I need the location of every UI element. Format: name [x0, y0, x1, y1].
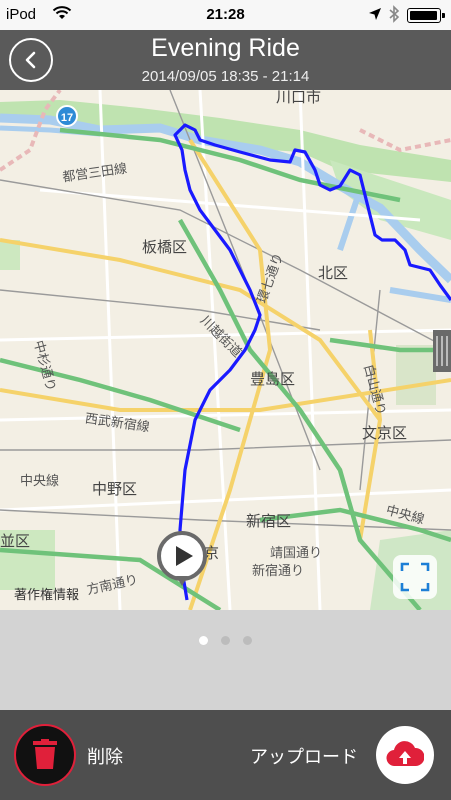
- map-label: 中野区: [92, 481, 138, 498]
- status-bar: iPod 21:28: [0, 0, 451, 30]
- cloud-upload-icon: [386, 741, 424, 767]
- clock: 21:28: [206, 6, 245, 23]
- page-dot-active[interactable]: [199, 636, 208, 645]
- map-label: 文京区: [362, 425, 408, 442]
- map-label: 中央線: [20, 473, 60, 488]
- play-icon: [176, 546, 193, 566]
- map-label: 新宿通り: [252, 563, 305, 578]
- page-dot[interactable]: [243, 636, 252, 645]
- page-dot[interactable]: [221, 636, 230, 645]
- delete-label[interactable]: 削除: [87, 743, 123, 769]
- map-label: 新宿区: [246, 513, 292, 530]
- map-side-handle[interactable]: [433, 330, 451, 372]
- location-arrow-icon: [368, 7, 382, 25]
- expand-map-icon: [400, 562, 430, 592]
- chevron-left-icon: [25, 51, 36, 69]
- map-label: 北区: [318, 265, 349, 282]
- delete-button[interactable]: [14, 724, 76, 786]
- expand-map-button[interactable]: [393, 555, 437, 599]
- map-copyright-link[interactable]: 著作権情報: [14, 584, 79, 603]
- map-label: 並区: [0, 533, 31, 550]
- header: Evening Ride 2014/09/05 18:35 - 21:14: [0, 30, 451, 90]
- map-label: 板橋区: [142, 239, 188, 256]
- map-label: 靖国通り: [270, 545, 323, 560]
- map-label: 川口市: [276, 90, 322, 106]
- route-map[interactable]: 17 川口市 都営三田線 板橋区 環七通り 北区 川越街道 中杉通り 豊島区 白…: [0, 90, 451, 610]
- map-label: 豊島区: [250, 371, 296, 388]
- battery-icon: [407, 8, 445, 23]
- activity-date-range: 2014/09/05 18:35 - 21:14: [141, 68, 310, 85]
- action-bar: 削除 アップロード: [0, 710, 451, 800]
- play-pin-tail: [176, 576, 188, 586]
- page-indicator: [0, 610, 451, 710]
- play-route-button[interactable]: [157, 531, 207, 581]
- trash-icon: [33, 739, 57, 769]
- back-button[interactable]: [9, 38, 53, 82]
- route-shield: 17: [56, 105, 78, 127]
- activity-title: Evening Ride: [151, 34, 300, 62]
- upload-label[interactable]: アップロード: [250, 743, 358, 769]
- bluetooth-icon: [388, 5, 400, 27]
- upload-button[interactable]: [376, 726, 434, 784]
